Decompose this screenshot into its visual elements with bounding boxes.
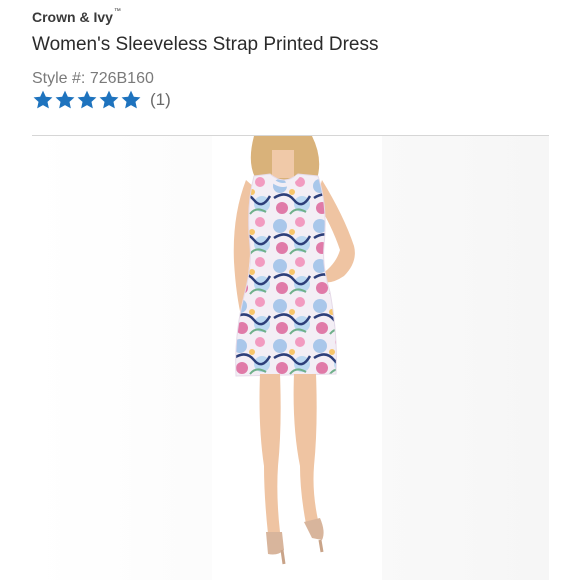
star-icon xyxy=(99,90,119,109)
review-count[interactable]: (1) xyxy=(150,90,171,110)
product-page: Crown & Ivy™ Women's Sleeveless Strap Pr… xyxy=(0,0,580,580)
star-icon xyxy=(77,90,97,109)
brand-label: Crown & Ivy xyxy=(32,9,113,25)
product-photo-icon xyxy=(32,136,549,580)
star-icon xyxy=(55,90,75,109)
rating-summary[interactable]: (1) xyxy=(32,89,171,111)
brand-name[interactable]: Crown & Ivy™ xyxy=(32,8,121,25)
product-title: Women's Sleeveless Strap Printed Dress xyxy=(32,34,379,55)
star-icon xyxy=(121,90,141,109)
star-rating xyxy=(32,89,142,111)
trademark-mark: ™ xyxy=(113,8,121,15)
star-icon xyxy=(33,90,53,109)
product-image[interactable] xyxy=(32,136,549,580)
style-label: Style #: xyxy=(32,70,86,87)
style-number-row: Style #: 726B160 xyxy=(32,70,154,88)
style-number: 726B160 xyxy=(89,70,154,87)
